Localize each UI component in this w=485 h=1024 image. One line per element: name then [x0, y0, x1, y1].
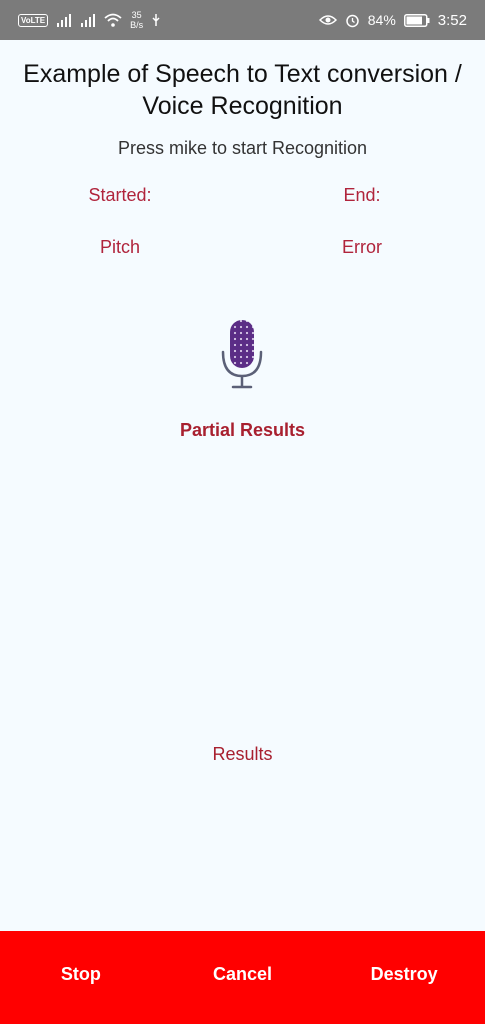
instruction-text: Press mike to start Recognition [117, 138, 368, 158]
battery-percent: 84% [367, 12, 396, 28]
pitch-label: Pitch [99, 237, 141, 257]
partial-results-label: Partial Results [179, 420, 306, 440]
cancel-button[interactable]: Cancel [162, 964, 324, 991]
microphone-button[interactable] [212, 318, 272, 392]
net-speed-unit: B/s [130, 20, 144, 30]
microphone-icon [221, 320, 263, 389]
volte-icon: VoLTE [18, 13, 49, 27]
status-bar-left: VoLTE 35 B/s [18, 10, 161, 30]
end-label: End: [343, 185, 381, 205]
signal-icon [56, 13, 72, 27]
results-label: Results [212, 744, 273, 764]
eye-icon [318, 14, 337, 26]
status-bar-right: 84% 3:52 [318, 11, 467, 29]
net-speed: 35 B/s [130, 10, 143, 30]
destroy-button[interactable]: Destroy [323, 964, 485, 991]
usb-icon [151, 13, 161, 27]
signal-icon [80, 13, 96, 27]
wifi-icon [104, 13, 122, 27]
error-label: Error [342, 237, 382, 257]
status-bar: VoLTE 35 B/s 84% 3:52 [0, 0, 485, 40]
clock: 3:52 [437, 11, 467, 29]
page-title: Example of Speech to Text conversion / V… [23, 60, 462, 120]
started-label: Started: [88, 185, 152, 205]
bottom-action-bar: Stop Cancel Destroy [0, 931, 485, 1024]
battery-icon [403, 13, 430, 27]
stop-button[interactable]: Stop [0, 964, 162, 991]
net-speed-value: 35 [131, 10, 142, 20]
alarm-icon [345, 13, 360, 28]
